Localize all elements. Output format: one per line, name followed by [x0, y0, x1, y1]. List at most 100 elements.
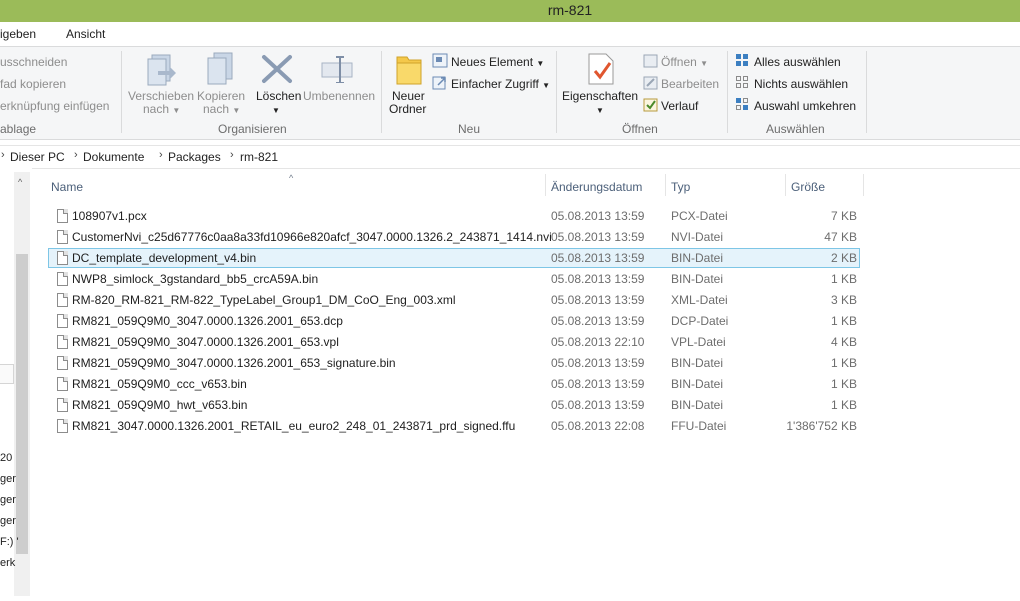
column-header-type[interactable]: Typ [671, 180, 690, 194]
file-row[interactable]: RM821_059Q9M0_3047.0000.1326.2001_653.dc… [48, 311, 860, 331]
select-none-icon [736, 76, 748, 88]
chevron-down-icon: ▼ [700, 59, 709, 68]
file-row-selected[interactable]: DC_template_development_v4.bin 05.08.201… [48, 248, 860, 268]
nav-item-fragment[interactable]: ger [0, 473, 16, 485]
column-header-size[interactable]: Größe [791, 180, 825, 194]
file-icon [57, 398, 68, 412]
tab-share[interactable]: igeben [0, 27, 36, 41]
easy-access-button[interactable] [432, 75, 448, 94]
file-date: 05.08.2013 13:59 [551, 293, 645, 307]
select-all-button[interactable] [735, 53, 750, 71]
nav-item-fragment[interactable]: ger [0, 494, 16, 506]
file-date: 05.08.2013 13:59 [551, 272, 645, 286]
scroll-up-icon[interactable]: ^ [18, 177, 22, 187]
sort-ascending-icon: ^ [289, 173, 294, 183]
new-folder-button[interactable] [394, 51, 424, 90]
invert-selection-label: Auswahl umkehren [754, 99, 857, 113]
file-name: NWP8_simlock_3gstandard_bb5_crcA59A.bin [72, 272, 319, 286]
delete-button[interactable] [260, 53, 294, 88]
group-separator [556, 51, 557, 133]
rename-button[interactable] [320, 55, 356, 86]
history-button[interactable] [643, 97, 659, 116]
chevron-down-icon: ▼ [542, 81, 551, 90]
cut-button[interactable]: usschneiden [0, 55, 67, 69]
file-date: 05.08.2013 13:59 [551, 209, 645, 223]
file-date: 05.08.2013 13:59 [551, 398, 645, 412]
invert-selection-button[interactable] [735, 97, 750, 115]
file-row[interactable]: NWP8_simlock_3gstandard_bb5_crcA59A.bin … [48, 269, 860, 289]
breadcrumb: › Dieser PC › Dokumente › Packages › rm-… [0, 145, 1020, 169]
open-button[interactable] [643, 53, 659, 72]
copy-path-button[interactable]: fad kopieren [0, 77, 66, 91]
file-row[interactable]: CustomerNvi_c25d67776c0aa8a33fd10966e820… [48, 227, 860, 247]
file-size: 1 KB [830, 356, 857, 370]
file-name: CustomerNvi_c25d67776c0aa8a33fd10966e820… [72, 230, 552, 244]
easy-access-text: Einfacher Zugriff [451, 77, 539, 91]
file-row[interactable]: RM821_059Q9M0_3047.0000.1326.2001_653.vp… [48, 332, 860, 352]
group-label-open: Öffnen [622, 122, 658, 136]
file-size: 1'386'752 KB [786, 419, 857, 433]
file-row[interactable]: RM821_059Q9M0_hwt_v653.bin 05.08.2013 13… [48, 395, 860, 415]
nav-scrollbar-thumb[interactable] [16, 254, 28, 554]
file-row[interactable]: RM821_059Q9M0_3047.0000.1326.2001_653_si… [48, 353, 860, 373]
copy-to-button[interactable] [204, 51, 240, 90]
chevron-down-icon: ▼ [232, 106, 241, 115]
breadcrumb-packages[interactable]: Packages [168, 150, 221, 164]
file-type: PCX-Datei [671, 209, 728, 223]
file-date: 05.08.2013 13:59 [551, 314, 645, 328]
column-divider[interactable] [545, 174, 546, 196]
new-item-label: Neues Element ▼ [451, 55, 544, 69]
file-row[interactable]: 108907v1.pcx 05.08.2013 13:59 PCX-Datei … [48, 206, 860, 226]
file-type: BIN-Datei [671, 377, 724, 391]
column-header-date[interactable]: Änderungsdatum [551, 180, 642, 194]
edit-button[interactable] [643, 75, 659, 94]
properties-button[interactable] [586, 51, 618, 90]
invert-selection-icon [736, 98, 748, 110]
history-label: Verlauf [661, 99, 699, 113]
file-size: 1 KB [830, 398, 857, 412]
column-divider[interactable] [665, 174, 666, 196]
nav-splitter[interactable] [0, 364, 14, 384]
nav-item-fragment[interactable]: 20 [0, 452, 12, 464]
breadcrumb-this-pc[interactable]: Dieser PC [10, 150, 65, 164]
file-row[interactable]: RM821_059Q9M0_ccc_v653.bin 05.08.2013 13… [48, 374, 860, 394]
column-header-name[interactable]: Name [51, 180, 83, 194]
nav-item-fragment[interactable]: ger [0, 515, 16, 527]
new-item-button[interactable] [432, 53, 448, 72]
file-icon [57, 377, 68, 391]
breadcrumb-current-folder[interactable]: rm-821 [240, 150, 278, 164]
nav-item-fragment[interactable]: F:) ' [0, 536, 19, 548]
file-size: 3 KB [830, 293, 857, 307]
column-divider[interactable] [863, 174, 864, 196]
nav-item-fragment[interactable]: erk [0, 557, 15, 569]
chevron-down-icon: ▼ [272, 106, 280, 115]
file-icon [57, 419, 68, 433]
group-separator [727, 51, 728, 133]
group-separator [866, 51, 867, 133]
column-divider[interactable] [785, 174, 786, 196]
breadcrumb-documents[interactable]: Dokumente [83, 150, 144, 164]
open-label: Öffnen ▼ [661, 55, 708, 69]
file-icon [57, 251, 68, 265]
easy-access-label: Einfacher Zugriff ▼ [451, 77, 550, 91]
file-type: XML-Datei [671, 293, 728, 307]
file-size: 1 KB [830, 377, 857, 391]
file-row[interactable]: RM821_3047.0000.1326.2001_RETAIL_eu_euro… [48, 416, 860, 436]
copy-to-label: Kopieren [197, 89, 246, 103]
paste-shortcut-button[interactable]: erknüpfung einfügen [0, 99, 109, 113]
new-item-text: Neues Element [451, 55, 534, 69]
chevron-down-icon: ▼ [172, 106, 181, 115]
file-type: BIN-Datei [671, 251, 724, 265]
chevron-right-icon: › [74, 149, 78, 161]
group-label-select: Auswählen [766, 122, 825, 136]
file-row[interactable]: RM-820_RM-821_RM-822_TypeLabel_Group1_DM… [48, 290, 860, 310]
select-none-button[interactable] [735, 75, 750, 93]
chevron-down-icon: ▼ [596, 106, 604, 115]
file-size: 1 KB [830, 314, 857, 328]
move-to-label-2: nach ▼ [143, 102, 180, 116]
file-size: 4 KB [830, 335, 857, 349]
tab-view[interactable]: Ansicht [66, 27, 105, 41]
file-size: 7 KB [830, 209, 857, 223]
move-to-button[interactable] [140, 51, 180, 90]
file-name: RM821_059Q9M0_3047.0000.1326.2001_653_si… [72, 356, 396, 370]
